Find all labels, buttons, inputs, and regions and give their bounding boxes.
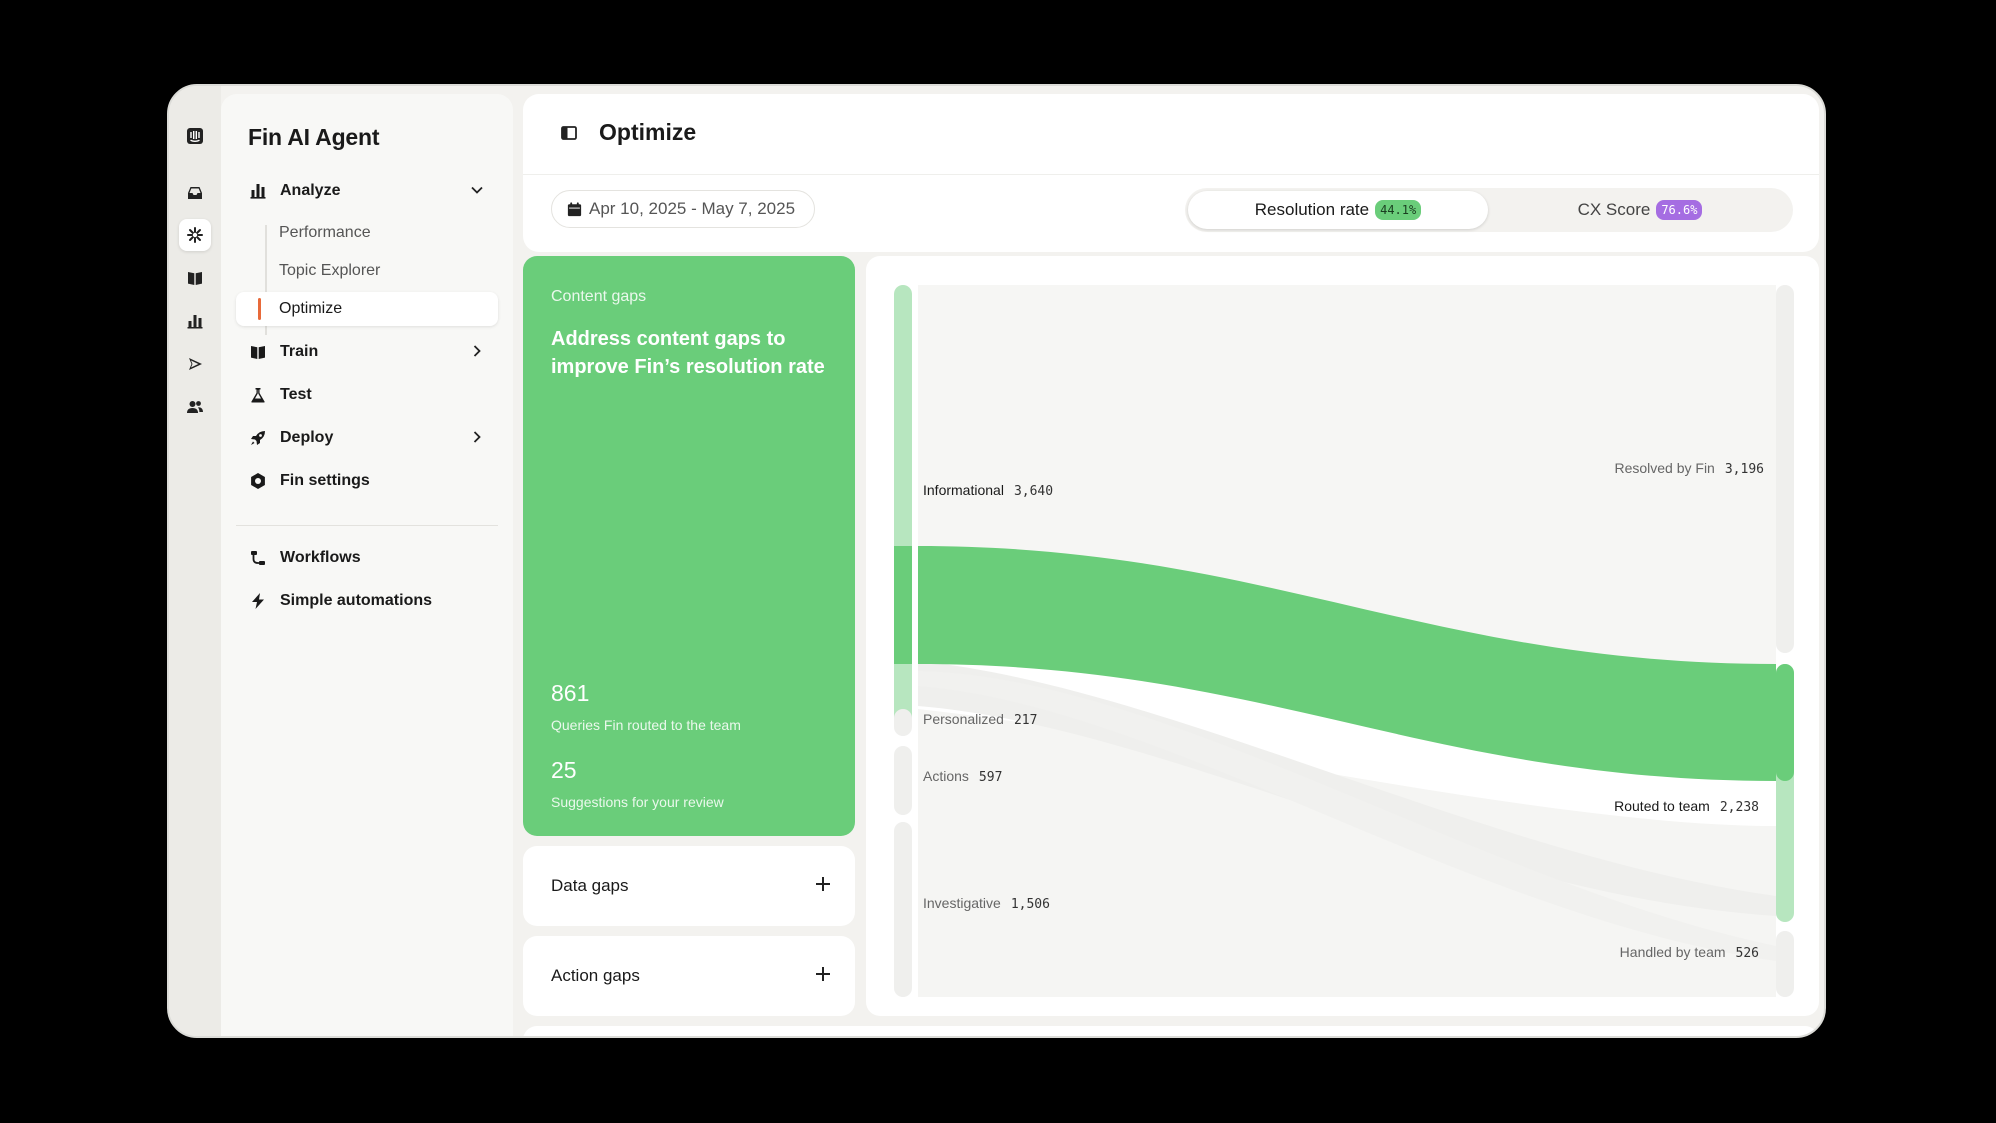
nav-workflows-label: Workflows — [280, 549, 361, 566]
plus-icon[interactable] — [815, 966, 831, 982]
calendar-icon — [567, 201, 582, 216]
node-handled-by-team — [1776, 931, 1794, 997]
book-icon — [248, 342, 268, 362]
app-window: Fin AI Agent Analyze Performance Topic E… — [167, 84, 1826, 1038]
node-personalized — [894, 709, 912, 736]
nav-analyze-label: Analyze — [280, 182, 341, 199]
chevron-right-icon — [473, 431, 481, 443]
sidebar-toggle-icon[interactable] — [560, 124, 578, 142]
app-title: Fin AI Agent — [248, 124, 380, 150]
reports-icon[interactable] — [179, 305, 211, 337]
data-gaps-card[interactable]: Data gaps — [523, 846, 855, 926]
content-gaps-eyebrow: Content gaps — [551, 288, 647, 305]
queries-routed-value: 861 — [551, 680, 590, 706]
node-actions — [894, 746, 912, 815]
target-handled-by-team[interactable]: Handled by team 526 — [1620, 944, 1759, 961]
target-routed-to-team[interactable]: Routed to team 2,238 — [1614, 798, 1759, 815]
node-resolved-by-fin — [1776, 285, 1794, 653]
icon-rail — [169, 86, 221, 1036]
resolution-rate-tab[interactable]: Resolution rate 44.1% — [1188, 191, 1488, 229]
rocket-icon — [248, 428, 268, 448]
action-gaps-label: Action gaps — [551, 966, 640, 985]
fin-icon[interactable] — [179, 219, 211, 251]
resolution-rate-label: Resolution rate — [1254, 200, 1370, 219]
nav-fin-settings-label: Fin settings — [280, 472, 370, 489]
chevron-down-icon — [471, 186, 483, 194]
plus-icon[interactable] — [815, 876, 831, 892]
knowledge-icon[interactable] — [179, 262, 211, 294]
nav-test-label: Test — [280, 386, 312, 403]
inbox-icon[interactable] — [179, 177, 211, 209]
sankey-chart: Informational 3,640 Personalized 217 Actio… — [866, 256, 1819, 1016]
nav-train-label: Train — [280, 343, 319, 360]
nav-deploy[interactable]: Deploy — [236, 419, 498, 457]
workflow-icon — [248, 548, 268, 568]
lightning-icon — [248, 591, 268, 611]
content-gaps-headline: Address content gaps to improve Fin’s re… — [551, 328, 825, 378]
source-informational[interactable]: Informational 3,640 — [923, 482, 1053, 499]
nav-workflows[interactable]: Workflows — [236, 539, 498, 577]
source-actions[interactable]: Actions 597 — [923, 768, 1002, 785]
source-investigative[interactable]: Investigative 1,506 — [923, 895, 1050, 912]
nav-divider — [236, 525, 498, 526]
node-investigative — [894, 822, 912, 997]
node-routed-highlight — [1776, 664, 1794, 781]
resolution-rate-badge: 44.1% — [1375, 200, 1422, 220]
chevron-right-icon — [473, 345, 481, 357]
nav-deploy-label: Deploy — [280, 429, 334, 446]
secondary-nav: Fin AI Agent Analyze Performance Topic E… — [221, 94, 513, 1036]
cx-score-tab[interactable]: CX Score 76.6% — [1490, 191, 1790, 229]
data-gaps-label: Data gaps — [551, 876, 629, 895]
nav-train[interactable]: Train — [236, 333, 498, 371]
nav-performance[interactable]: Performance — [265, 216, 371, 250]
header-divider — [523, 174, 1819, 175]
nav-test[interactable]: Test — [236, 376, 498, 414]
next-section-card — [523, 1026, 1819, 1036]
metric-toggle: Resolution rate 44.1% CX Score 76.6% — [1185, 188, 1793, 232]
nav-topic-explorer[interactable]: Topic Explorer — [265, 254, 380, 288]
nav-analyze[interactable]: Analyze — [236, 172, 498, 210]
nav-fin-settings[interactable]: Fin settings — [236, 462, 498, 500]
source-personalized[interactable]: Personalized 217 — [923, 711, 1037, 728]
intercom-logo-icon[interactable] — [179, 120, 211, 152]
target-resolved-by-fin[interactable]: Resolved by Fin 3,196 — [1614, 460, 1764, 477]
nav-simple-automations-label: Simple automations — [280, 592, 433, 609]
page-title: Optimize — [599, 119, 697, 145]
suggestions-value: 25 — [551, 757, 577, 783]
nav-simple-automations[interactable]: Simple automations — [236, 582, 498, 620]
flask-icon — [248, 385, 268, 405]
queries-routed-label: Queries Fin routed to the team — [551, 717, 741, 733]
page-header: Optimize Apr 10, 2025 - May 7, 2025 Reso… — [523, 94, 1819, 252]
date-range-picker[interactable]: Apr 10, 2025 - May 7, 2025 — [551, 190, 815, 228]
nav-optimize[interactable]: Optimize — [236, 292, 498, 326]
contacts-icon[interactable] — [179, 391, 211, 423]
settings-icon — [248, 471, 268, 491]
action-gaps-card[interactable]: Action gaps — [523, 936, 855, 1016]
suggestions-label: Suggestions for your review — [551, 794, 724, 810]
cx-score-badge: 76.6% — [1656, 200, 1703, 220]
content-gaps-card[interactable]: Content gaps Address content gaps to imp… — [523, 256, 855, 836]
bar-chart-icon — [248, 181, 268, 201]
cx-score-label: CX Score — [1577, 200, 1651, 219]
node-informational-routed — [894, 546, 912, 664]
date-range-text: Apr 10, 2025 - May 7, 2025 — [589, 199, 796, 218]
outbound-icon[interactable] — [179, 348, 211, 380]
